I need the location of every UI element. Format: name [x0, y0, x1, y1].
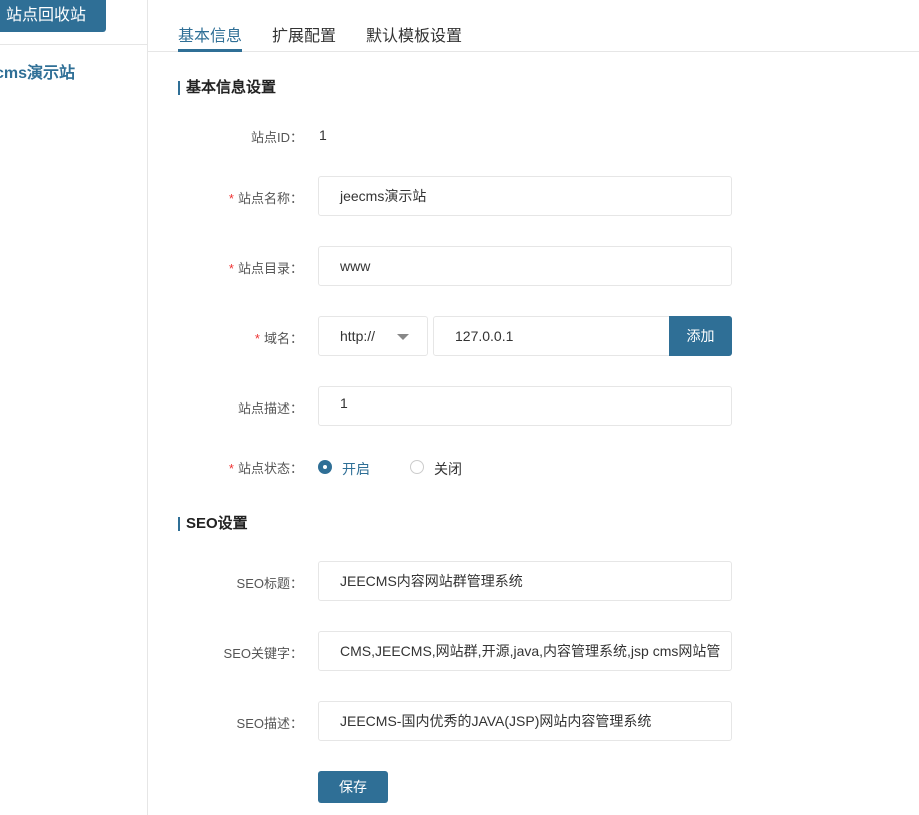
seo-desc-label: SEO描述：	[236, 716, 303, 731]
save-button[interactable]: 保存	[318, 771, 388, 803]
tab-basic-info[interactable]: 基本信息	[178, 22, 243, 52]
required-mark: *	[228, 191, 234, 206]
site-id-label: 站点ID：	[250, 130, 303, 145]
site-id-value: 1	[319, 127, 327, 143]
recycle-bin-button[interactable]: 站点回收站	[0, 0, 106, 32]
divider	[0, 44, 147, 45]
sidebar-item-site[interactable]: cms演示站	[0, 59, 75, 83]
domain-label-text: 域名：	[263, 331, 303, 346]
status-label-text: 站点状态：	[237, 461, 303, 476]
site-desc-textarea[interactable]: 1	[318, 386, 732, 426]
seo-keywords-input[interactable]: CMS,JEECMS,网站群,开源,java,内容管理系统,jsp cms网站管	[318, 631, 732, 671]
radio-status-on[interactable]	[318, 460, 332, 474]
tab-bar: 基本信息 扩展配置 默认模板设置	[148, 0, 919, 52]
seo-keywords-label: SEO关键字：	[223, 646, 303, 661]
radio-status-off[interactable]	[410, 460, 424, 474]
required-mark: *	[228, 261, 234, 276]
domain-label: * 域名：	[255, 328, 303, 347]
site-dir-label-text: 站点目录：	[237, 261, 303, 276]
tab-default-template[interactable]: 默认模板设置	[366, 22, 462, 52]
site-dir-input[interactable]: www	[318, 246, 732, 286]
required-mark: *	[228, 461, 234, 476]
seo-title-label: SEO标题：	[236, 576, 303, 591]
status-label: * 站点状态：	[229, 458, 303, 477]
seo-title-input[interactable]: JEECMS内容网站群管理系统	[318, 561, 732, 601]
add-domain-button[interactable]: 添加	[669, 316, 732, 356]
seo-desc-input[interactable]: JEECMS-国内优秀的JAVA(JSP)网站内容管理系统	[318, 701, 732, 741]
desc-label: 站点描述：	[237, 401, 303, 416]
site-name-input[interactable]: jeecms演示站	[318, 176, 732, 216]
sidebar: 站点回收站 cms演示站	[0, 0, 148, 815]
site-name-label-text: 站点名称：	[237, 191, 303, 206]
tab-extended-config[interactable]: 扩展配置	[272, 22, 336, 52]
chevron-down-icon	[397, 334, 409, 340]
required-mark: *	[254, 331, 260, 346]
site-name-label: * 站点名称：	[229, 188, 303, 207]
section-heading-seo: SEO设置	[178, 516, 248, 531]
status-on-label[interactable]: 开启	[342, 459, 370, 479]
section-heading-basic: 基本信息设置	[178, 80, 276, 95]
site-dir-label: * 站点目录：	[229, 258, 303, 277]
protocol-value: http://	[340, 328, 376, 344]
protocol-select[interactable]: http://	[318, 316, 428, 356]
status-off-label[interactable]: 关闭	[434, 459, 462, 479]
